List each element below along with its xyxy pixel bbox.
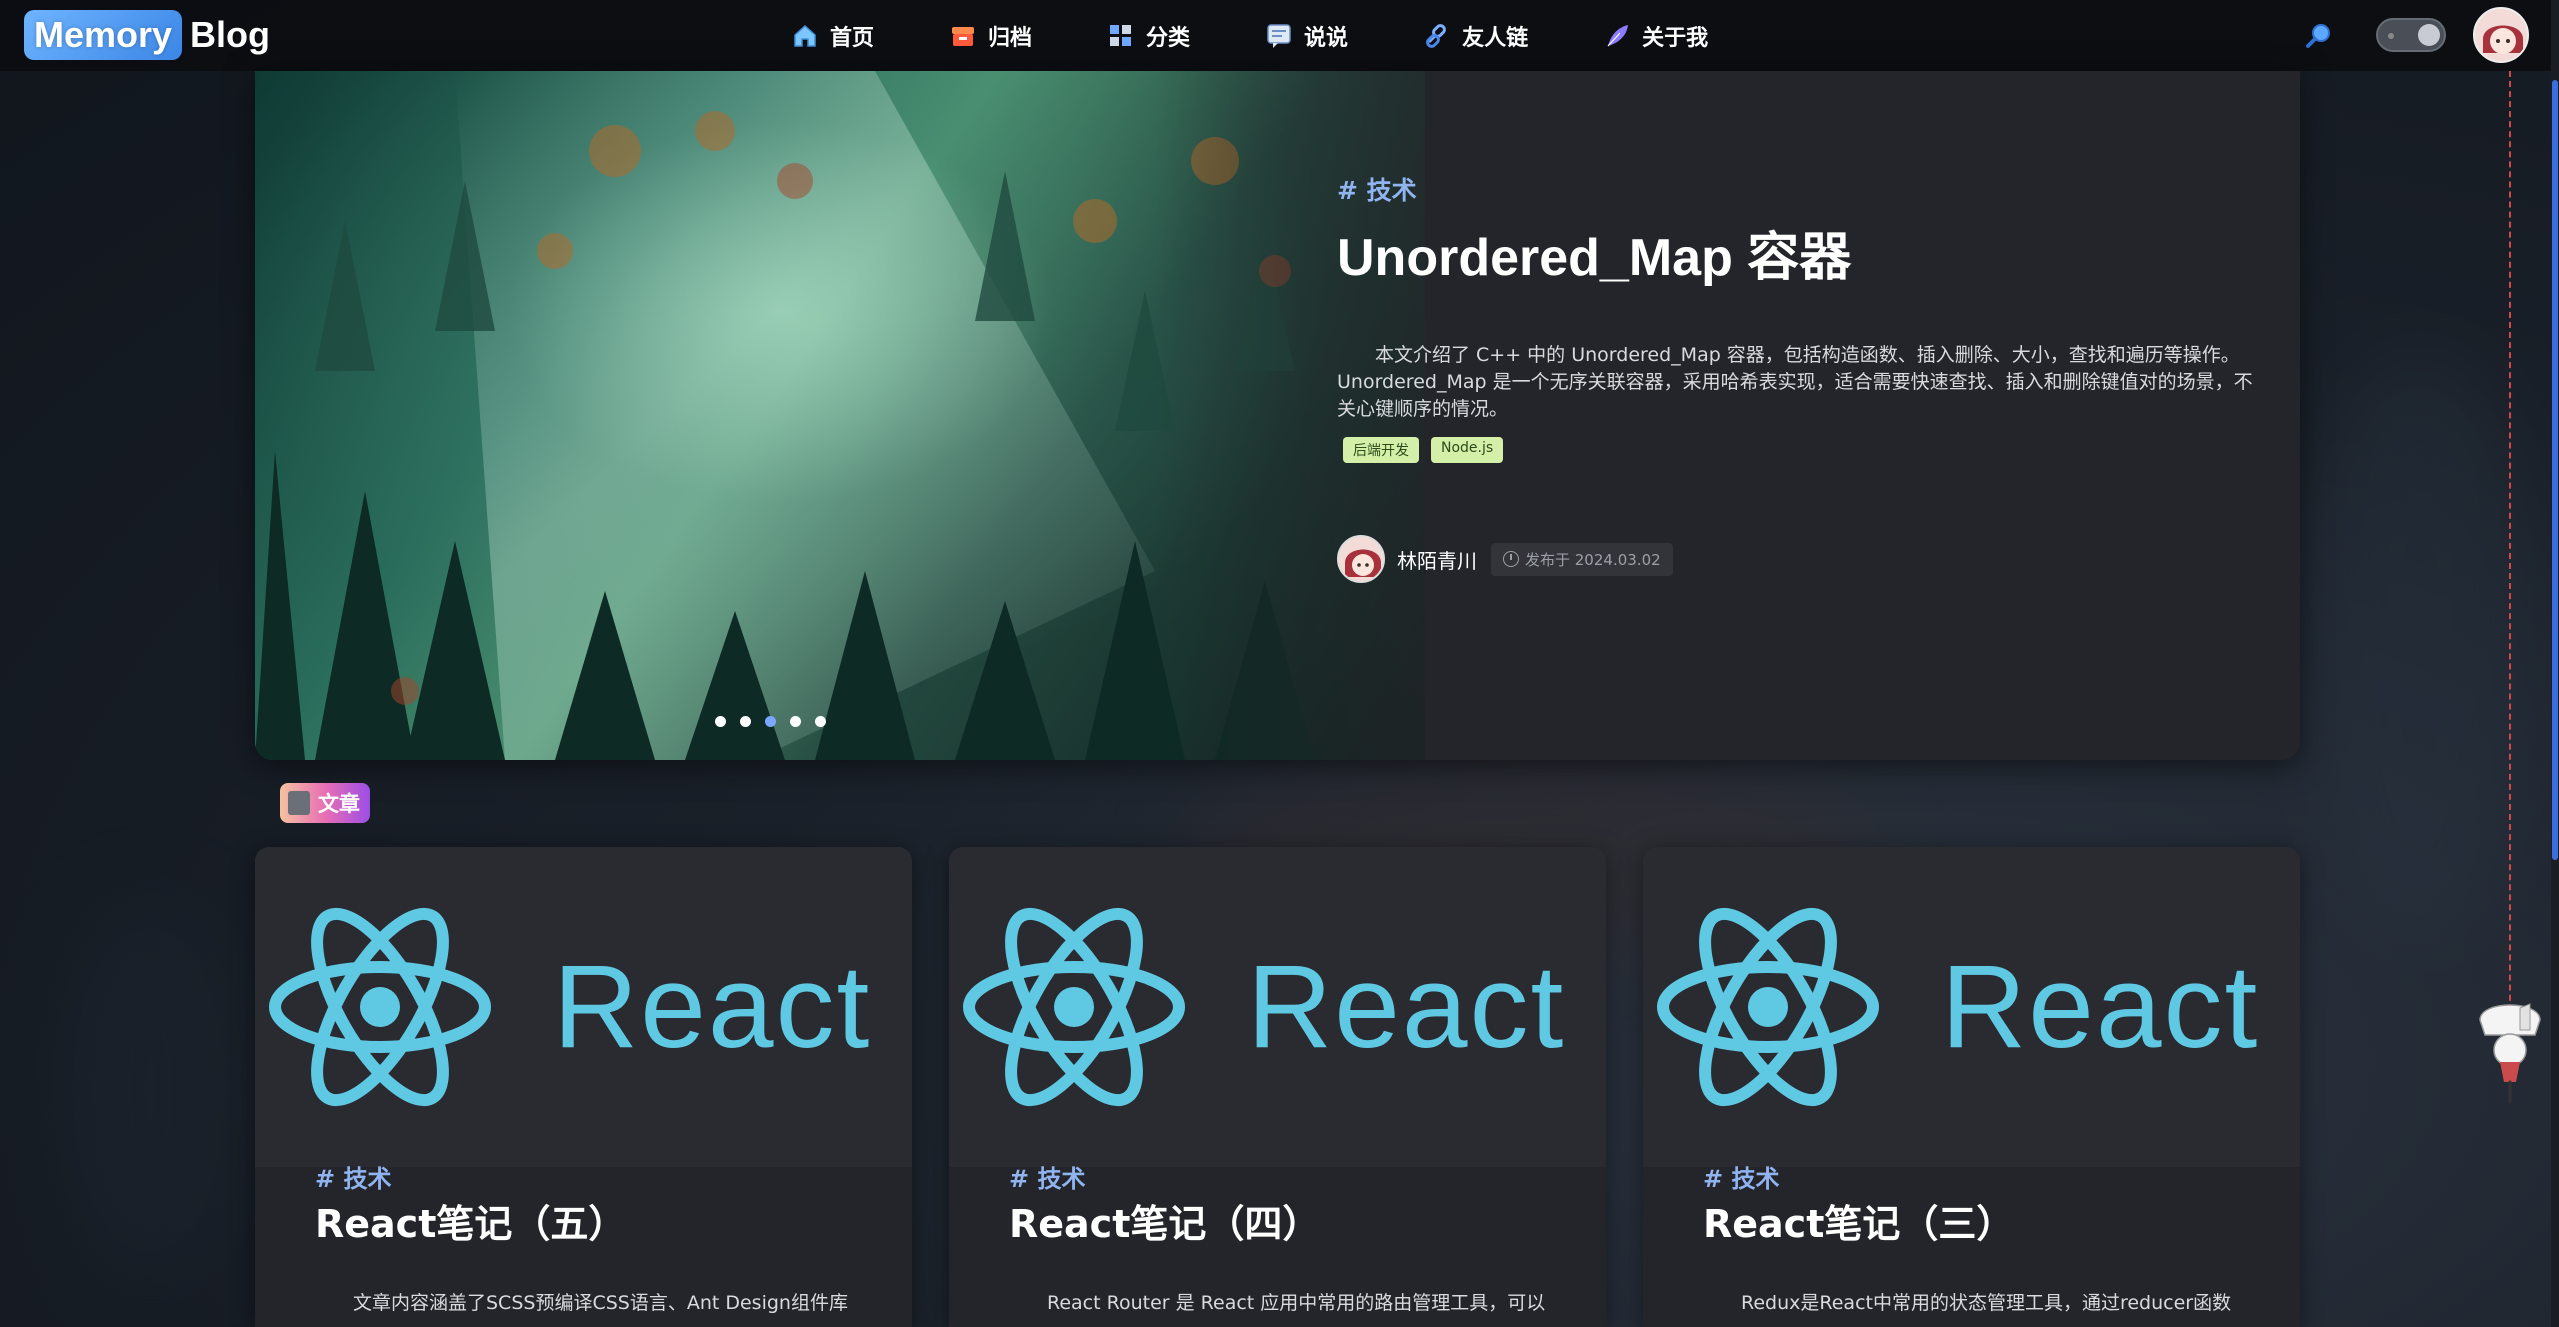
author-name[interactable]: 林陌青川 (1397, 545, 1477, 574)
category-icon (1106, 21, 1136, 51)
carousel-dot[interactable] (715, 716, 726, 727)
post-meta: 林陌青川 发布于 2024.03.02 (1337, 535, 2257, 583)
site-logo[interactable]: Memory Blog (24, 9, 270, 61)
nav-item-label: 说说 (1304, 26, 1349, 51)
carousel-dot[interactable] (740, 716, 751, 727)
hero-content: # 技术 Unordered_Map 容器 本文介绍了 C++ 中的 Unord… (1337, 171, 2257, 583)
post-description: 本文介绍了 C++ 中的 Unordered_Map 容器，包括构造函数、插入删… (1337, 344, 2253, 420)
post-tag[interactable]: Node.js (1431, 437, 1504, 463)
logo-text: Blog (190, 14, 271, 55)
react-logo-icon (1657, 907, 1879, 1107)
post-category[interactable]: # 技术 (1337, 171, 2257, 207)
talk-icon (1264, 21, 1294, 51)
post-card-cover[interactable]: React (949, 847, 1606, 1167)
author-avatar[interactable] (1337, 535, 1385, 583)
post-card-description: Redux是React中常用的状态管理工具，通过reducer函数 (1741, 1292, 2232, 1314)
react-wordmark: React (553, 941, 872, 1073)
nav-item-talk[interactable]: 说说 (1264, 20, 1348, 52)
nav-item-label: 首页 (830, 26, 875, 51)
post-card-title[interactable]: React笔记（四） (1009, 1193, 1320, 1248)
background-shape (60, 900, 240, 1280)
section-badge-label: 文章 (318, 792, 360, 816)
background-shape (2300, 350, 2540, 950)
carousel-dot-active[interactable] (765, 716, 776, 727)
post-card[interactable]: React # 技术 React笔记（三） Redux是React中常用的状态管… (1643, 847, 2300, 1327)
carousel-dot[interactable] (815, 716, 826, 727)
nav-menu: 首页 归档 分类 说说 友人链 关于我 (790, 14, 1708, 58)
nav-item-label: 友人链 (1462, 26, 1529, 51)
post-card-description: 文章内容涵盖了SCSS预编译CSS语言、Ant Design组件库 (353, 1292, 848, 1314)
post-tags: 后端开发 Node.js (1337, 437, 2257, 463)
react-logo-icon (269, 907, 491, 1107)
publish-date-text: 发布于 2024.03.02 (1525, 550, 1661, 569)
back-to-top-mascot-icon[interactable] (2470, 990, 2550, 1110)
progress-string-line (2509, 71, 2511, 1071)
scrollbar-thumb[interactable] (2552, 80, 2558, 860)
link-icon (1422, 21, 1452, 51)
post-tag[interactable]: 后端开发 (1343, 437, 1419, 463)
carousel-dots (715, 716, 840, 727)
section-badge-articles: 文章 (280, 783, 370, 823)
toggle-knob (2418, 24, 2440, 46)
post-card[interactable]: React # 技术 React笔记（四） React Router 是 Rea… (949, 847, 1606, 1327)
featured-post-carousel[interactable]: # 技术 Unordered_Map 容器 本文介绍了 C++ 中的 Unord… (255, 71, 2300, 760)
nav-item-about[interactable]: 关于我 (1602, 20, 1708, 52)
nav-item-label: 归档 (988, 26, 1033, 51)
logo-box-text: Memory (24, 10, 183, 60)
clock-icon (1503, 551, 1519, 567)
user-avatar[interactable] (2473, 7, 2529, 63)
home-icon (790, 21, 820, 51)
nav-item-label: 分类 (1146, 26, 1191, 51)
publish-date: 发布于 2024.03.02 (1491, 542, 1673, 576)
post-card-title[interactable]: React笔记（三） (1703, 1193, 2014, 1248)
post-card-category[interactable]: # 技术 (315, 1159, 391, 1194)
nav-item-home[interactable]: 首页 (790, 20, 874, 52)
archive-icon (948, 21, 978, 51)
post-card[interactable]: React # 技术 React笔记（五） 文章内容涵盖了SCSS预编译CSS语… (255, 847, 912, 1327)
top-navbar: Memory Blog 首页 归档 分类 说说 友人链 关于我 (0, 0, 2559, 71)
search-icon[interactable] (2303, 20, 2335, 52)
feather-icon (1602, 21, 1632, 51)
nav-item-archive[interactable]: 归档 (948, 20, 1032, 52)
react-wordmark: React (1247, 941, 1566, 1073)
carousel-dot[interactable] (790, 716, 801, 727)
post-card-category[interactable]: # 技术 (1703, 1159, 1779, 1194)
react-wordmark: React (1941, 941, 2260, 1073)
nav-item-label: 关于我 (1642, 26, 1709, 51)
post-card-category[interactable]: # 技术 (1009, 1159, 1085, 1194)
theme-toggle[interactable] (2376, 18, 2446, 52)
post-card-description: React Router 是 React 应用中常用的路由管理工具，可以 (1047, 1292, 1546, 1314)
document-icon (288, 791, 310, 815)
nav-item-category[interactable]: 分类 (1106, 20, 1190, 52)
post-card-cover[interactable]: React (1643, 847, 2300, 1167)
toggle-track-icon (2388, 33, 2394, 39)
react-logo-icon (963, 907, 1185, 1107)
post-card-cover[interactable]: React (255, 847, 912, 1167)
nav-item-friends[interactable]: 友人链 (1422, 20, 1528, 52)
post-title[interactable]: Unordered_Map 容器 (1337, 215, 2257, 290)
post-card-title[interactable]: React笔记（五） (315, 1193, 626, 1248)
